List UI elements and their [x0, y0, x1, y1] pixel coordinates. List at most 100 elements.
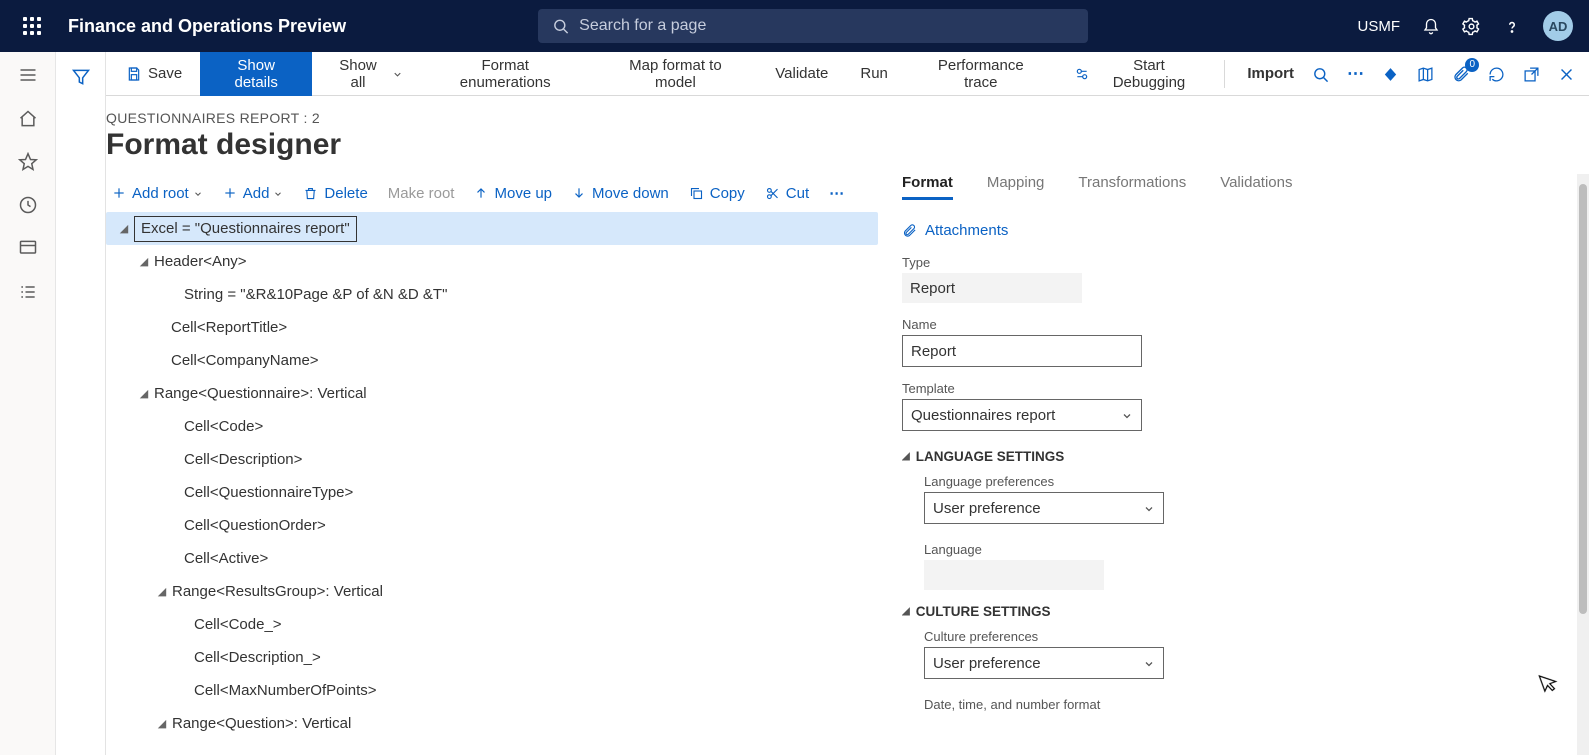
expander-icon[interactable]: ◢ — [134, 255, 154, 268]
tree-node-label: Cell<Description_> — [194, 649, 321, 666]
name-label: Name — [902, 317, 1569, 332]
move-up-button[interactable]: Move up — [474, 185, 552, 202]
tab-mapping[interactable]: Mapping — [987, 174, 1045, 200]
find-icon[interactable] — [1312, 64, 1329, 84]
attachments-link[interactable]: Attachments — [902, 222, 1569, 239]
tree-node[interactable]: Cell<QuestionnaireType> — [106, 476, 878, 509]
move-down-button[interactable]: Move down — [572, 185, 669, 202]
page-scrollbar[interactable] — [1577, 174, 1589, 755]
home-icon[interactable] — [14, 107, 42, 128]
tree-node[interactable]: Cell<Description_> — [106, 641, 878, 674]
add-button[interactable]: Add — [223, 185, 284, 202]
settings-gear-icon[interactable] — [1462, 16, 1481, 36]
add-root-button[interactable]: Add root — [112, 185, 203, 202]
popout-icon[interactable] — [1523, 64, 1540, 84]
tab-format[interactable]: Format — [902, 174, 953, 200]
tree-node[interactable]: ◢ Header<Any> — [106, 245, 878, 278]
tree-pane: Add root Add — [106, 174, 878, 755]
culture-preferences-select[interactable]: User preference — [924, 647, 1164, 679]
scrollbar-thumb[interactable] — [1579, 184, 1587, 614]
global-search[interactable] — [538, 9, 1088, 43]
tab-validations[interactable]: Validations — [1220, 174, 1292, 200]
tree-node[interactable]: Cell<ReportTitle> — [106, 311, 878, 344]
copy-button[interactable]: Copy — [689, 185, 745, 202]
tree-node[interactable]: Cell<Code_> — [106, 608, 878, 641]
tree-node-root[interactable]: ◢ Excel = "Questionnaires report" — [106, 212, 878, 245]
save-button[interactable]: Save — [112, 52, 196, 96]
expander-icon[interactable]: ◢ — [134, 387, 154, 400]
workspace-icon[interactable] — [14, 237, 42, 258]
validate-button[interactable]: Validate — [761, 52, 842, 96]
notifications-icon[interactable] — [1422, 16, 1440, 36]
attachment-badge: 0 — [1465, 58, 1479, 72]
start-debugging-button[interactable]: Start Debugging — [1060, 52, 1217, 96]
app-launcher-icon[interactable] — [16, 10, 48, 42]
show-all-button[interactable]: Show all — [316, 52, 417, 96]
page-title: Format designer — [106, 128, 1589, 162]
tree-node[interactable]: Cell<Active> — [106, 542, 878, 575]
diamond-icon[interactable] — [1382, 64, 1399, 84]
user-avatar[interactable]: AD — [1543, 11, 1573, 41]
template-label: Template — [902, 381, 1569, 396]
type-value: Report — [902, 273, 1082, 303]
run-button[interactable]: Run — [846, 52, 902, 96]
chevron-down-icon — [1121, 408, 1133, 422]
filter-strip — [56, 52, 106, 755]
format-enumerations-button[interactable]: Format enumerations — [421, 52, 590, 96]
map-icon[interactable] — [1417, 64, 1434, 84]
tree-node[interactable]: Cell<Description> — [106, 443, 878, 476]
more-options-icon[interactable]: ⋯ — [1347, 64, 1364, 84]
culture-preferences-label: Culture preferences — [924, 629, 1569, 644]
chevron-down-icon — [273, 186, 283, 200]
refresh-icon[interactable] — [1488, 64, 1505, 84]
expander-icon[interactable]: ◢ — [152, 585, 172, 598]
expander-icon[interactable]: ◢ — [114, 222, 134, 235]
map-format-to-model-button[interactable]: Map format to model — [594, 52, 758, 96]
star-icon[interactable] — [14, 151, 42, 172]
tree-node-label: Cell<ReportTitle> — [171, 319, 287, 336]
tree-node[interactable]: ◢ Range<Questionnaire>: Vertical — [106, 377, 878, 410]
show-details-button[interactable]: Show details — [200, 52, 312, 96]
language-preferences-select[interactable]: User preference — [924, 492, 1164, 524]
tree-node[interactable]: Cell<Code> — [106, 410, 878, 443]
delete-button[interactable]: Delete — [303, 185, 367, 202]
hamburger-icon[interactable] — [14, 64, 42, 85]
tab-transformations[interactable]: Transformations — [1078, 174, 1186, 200]
workarea: QUESTIONNAIRES REPORT : 2 Format designe… — [106, 96, 1589, 755]
tree-node[interactable]: Cell<CompanyName> — [106, 344, 878, 377]
import-button[interactable]: Import — [1233, 52, 1308, 96]
language-value — [924, 560, 1104, 590]
modules-icon[interactable] — [14, 280, 42, 301]
topbar: Finance and Operations Preview USMF AD — [0, 0, 1589, 52]
filter-icon[interactable] — [71, 66, 91, 755]
tree-scroll[interactable]: ◢ Excel = "Questionnaires report" ◢ Head… — [106, 212, 878, 732]
separator — [1224, 60, 1225, 88]
property-tabs: Format Mapping Transformations Validatio… — [902, 174, 1569, 200]
recent-icon[interactable] — [14, 194, 42, 215]
tree-node-label: Range<Questionnaire>: Vertical — [154, 385, 367, 402]
nav-rail — [0, 52, 56, 755]
chevron-down-icon — [392, 65, 403, 82]
culture-settings-header[interactable]: ◢ CULTURE SETTINGS — [902, 604, 1569, 619]
close-icon[interactable] — [1558, 64, 1575, 84]
performance-trace-button[interactable]: Performance trace — [906, 52, 1056, 96]
show-details-label: Show details — [214, 57, 298, 91]
tree-node[interactable]: ◢ Range<Question>: Vertical — [106, 707, 878, 732]
language-label: Language — [924, 542, 1569, 557]
paperclip-icon — [902, 223, 917, 238]
name-input[interactable] — [902, 335, 1142, 367]
tree-node[interactable]: Cell<MaxNumberOfPoints> — [106, 674, 878, 707]
tree-node-label: String = "&R&10Page &P of &N &D &T" — [184, 286, 447, 303]
company-picker[interactable]: USMF — [1358, 18, 1401, 35]
help-icon[interactable] — [1503, 16, 1521, 36]
tree-node[interactable]: Cell<QuestionOrder> — [106, 509, 878, 542]
tree-node[interactable]: String = "&R&10Page &P of &N &D &T" — [106, 278, 878, 311]
tree-node[interactable]: ◢ Range<ResultsGroup>: Vertical — [106, 575, 878, 608]
tree-more-icon[interactable]: ⋯ — [829, 184, 844, 202]
search-input[interactable] — [579, 17, 1074, 35]
template-select[interactable]: Questionnaires report — [902, 399, 1142, 431]
attachments-icon[interactable]: 0 — [1452, 64, 1470, 84]
expander-icon[interactable]: ◢ — [152, 717, 172, 730]
language-settings-header[interactable]: ◢ LANGUAGE SETTINGS — [902, 449, 1569, 464]
cut-button[interactable]: Cut — [765, 185, 809, 202]
